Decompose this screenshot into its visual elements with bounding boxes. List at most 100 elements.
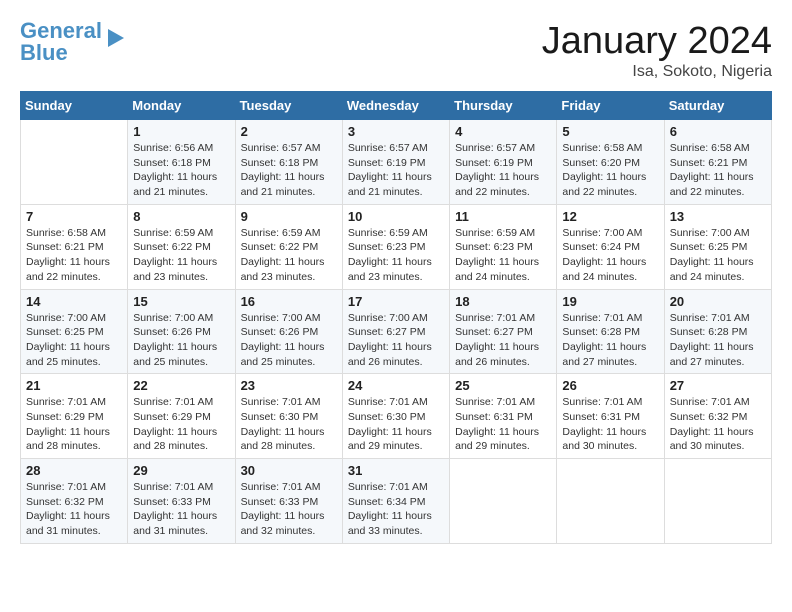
calendar-cell: 11Sunrise: 6:59 AMSunset: 6:23 PMDayligh…: [450, 204, 557, 289]
cell-details: Sunrise: 7:01 AMSunset: 6:33 PMDaylight:…: [133, 480, 229, 539]
calendar-cell: 21 Sunrise: 7:01 AMSunset: 6:29 PMDayligh…: [21, 374, 128, 459]
day-number: 3: [348, 124, 444, 139]
page-title: January 2024: [542, 20, 772, 63]
day-number: 22: [133, 378, 229, 393]
cell-details: Sunrise: 7:00 AMSunset: 6:27 PMDaylight:…: [348, 311, 444, 370]
cell-details: Sunrise: 6:57 AMSunset: 6:19 PMDaylight:…: [348, 141, 444, 200]
day-number: 13: [670, 209, 766, 224]
day-number: 14: [26, 294, 122, 309]
calendar-cell: 17 Sunrise: 7:00 AMSunset: 6:27 PMDayligh…: [342, 289, 449, 374]
day-number: 31: [348, 463, 444, 478]
calendar-cell: 18Sunrise: 7:01 AMSunset: 6:27 PMDayligh…: [450, 289, 557, 374]
calendar-cell: 25Sunrise: 7:01 AMSunset: 6:31 PMDayligh…: [450, 374, 557, 459]
calendar-cell: 4Sunrise: 6:57 AMSunset: 6:19 PMDaylight…: [450, 120, 557, 205]
cell-details: Sunrise: 6:59 AMSunset: 6:23 PMDaylight:…: [455, 226, 551, 285]
day-number: 25: [455, 378, 551, 393]
calendar-cell: [557, 459, 664, 544]
header-wednesday: Wednesday: [342, 92, 449, 120]
calendar-week-3: 14 Sunrise: 7:00 AMSunset: 6:25 PMDayligh…: [21, 289, 772, 374]
cell-details: Sunrise: 7:01 AMSunset: 6:28 PMDaylight:…: [562, 311, 658, 370]
cell-details: Sunrise: 7:01 AMSunset: 6:31 PMDaylight:…: [562, 395, 658, 454]
calendar-cell: [450, 459, 557, 544]
day-number: 19: [562, 294, 658, 309]
header-monday: Monday: [128, 92, 235, 120]
day-number: 9: [241, 209, 337, 224]
calendar-cell: 3 Sunrise: 6:57 AMSunset: 6:19 PMDaylight…: [342, 120, 449, 205]
cell-details: Sunrise: 7:01 AMSunset: 6:32 PMDaylight:…: [670, 395, 766, 454]
header-friday: Friday: [557, 92, 664, 120]
cell-details: Sunrise: 7:01 AMSunset: 6:29 PMDaylight:…: [133, 395, 229, 454]
calendar-cell: 8Sunrise: 6:59 AMSunset: 6:22 PMDaylight…: [128, 204, 235, 289]
calendar-cell: 13 Sunrise: 7:00 AMSunset: 6:25 PMDayligh…: [664, 204, 771, 289]
cell-details: Sunrise: 6:58 AMSunset: 6:21 PMDaylight:…: [26, 226, 122, 285]
calendar-cell: [21, 120, 128, 205]
calendar-week-5: 28Sunrise: 7:01 AMSunset: 6:32 PMDayligh…: [21, 459, 772, 544]
calendar-cell: 15 Sunrise: 7:00 AMSunset: 6:26 PMDayligh…: [128, 289, 235, 374]
cell-details: Sunrise: 6:59 AMSunset: 6:22 PMDaylight:…: [241, 226, 337, 285]
day-number: 12: [562, 209, 658, 224]
page-subtitle: Isa, Sokoto, Nigeria: [542, 63, 772, 81]
day-number: 16: [241, 294, 337, 309]
day-number: 24: [348, 378, 444, 393]
calendar-cell: 22 Sunrise: 7:01 AMSunset: 6:29 PMDayligh…: [128, 374, 235, 459]
header-saturday: Saturday: [664, 92, 771, 120]
day-number: 26: [562, 378, 658, 393]
cell-details: Sunrise: 7:01 AMSunset: 6:27 PMDaylight:…: [455, 311, 551, 370]
title-block: January 2024 Isa, Sokoto, Nigeria: [542, 20, 772, 81]
calendar-cell: 14 Sunrise: 7:00 AMSunset: 6:25 PMDayligh…: [21, 289, 128, 374]
header-thursday: Thursday: [450, 92, 557, 120]
cell-details: Sunrise: 7:01 AMSunset: 6:29 PMDaylight:…: [26, 395, 122, 454]
calendar-cell: 28Sunrise: 7:01 AMSunset: 6:32 PMDayligh…: [21, 459, 128, 544]
calendar-cell: 1 Sunrise: 6:56 AMSunset: 6:18 PMDaylight…: [128, 120, 235, 205]
cell-details: Sunrise: 7:00 AMSunset: 6:24 PMDaylight:…: [562, 226, 658, 285]
cell-details: Sunrise: 7:00 AMSunset: 6:26 PMDaylight:…: [241, 311, 337, 370]
day-number: 8: [133, 209, 229, 224]
day-number: 4: [455, 124, 551, 139]
cell-details: Sunrise: 7:01 AMSunset: 6:34 PMDaylight:…: [348, 480, 444, 539]
calendar-cell: 2 Sunrise: 6:57 AMSunset: 6:18 PMDaylight…: [235, 120, 342, 205]
calendar-cell: 20 Sunrise: 7:01 AMSunset: 6:28 PMDayligh…: [664, 289, 771, 374]
day-number: 29: [133, 463, 229, 478]
cell-details: Sunrise: 6:58 AMSunset: 6:21 PMDaylight:…: [670, 141, 766, 200]
cell-details: Sunrise: 7:01 AMSunset: 6:28 PMDaylight:…: [670, 311, 766, 370]
calendar-cell: [664, 459, 771, 544]
day-number: 15: [133, 294, 229, 309]
header-sunday: Sunday: [21, 92, 128, 120]
cell-details: Sunrise: 6:56 AMSunset: 6:18 PMDaylight:…: [133, 141, 229, 200]
page-header: GeneralBlue January 2024 Isa, Sokoto, Ni…: [20, 20, 772, 81]
cell-details: Sunrise: 7:00 AMSunset: 6:25 PMDaylight:…: [26, 311, 122, 370]
cell-details: Sunrise: 7:01 AMSunset: 6:33 PMDaylight:…: [241, 480, 337, 539]
calendar-cell: 10 Sunrise: 6:59 AMSunset: 6:23 PMDayligh…: [342, 204, 449, 289]
calendar-cell: 16 Sunrise: 7:00 AMSunset: 6:26 PMDayligh…: [235, 289, 342, 374]
header-tuesday: Tuesday: [235, 92, 342, 120]
cell-details: Sunrise: 6:59 AMSunset: 6:23 PMDaylight:…: [348, 226, 444, 285]
logo-text: GeneralBlue: [20, 20, 102, 64]
cell-details: Sunrise: 7:00 AMSunset: 6:25 PMDaylight:…: [670, 226, 766, 285]
day-number: 21: [26, 378, 122, 393]
logo-arrow-icon: [104, 27, 126, 49]
cell-details: Sunrise: 7:01 AMSunset: 6:30 PMDaylight:…: [348, 395, 444, 454]
day-number: 23: [241, 378, 337, 393]
calendar-table: SundayMondayTuesdayWednesdayThursdayFrid…: [20, 91, 772, 544]
day-number: 7: [26, 209, 122, 224]
calendar-cell: 7 Sunrise: 6:58 AMSunset: 6:21 PMDaylight…: [21, 204, 128, 289]
cell-details: Sunrise: 7:00 AMSunset: 6:26 PMDaylight:…: [133, 311, 229, 370]
cell-details: Sunrise: 6:58 AMSunset: 6:20 PMDaylight:…: [562, 141, 658, 200]
calendar-cell: 23 Sunrise: 7:01 AMSunset: 6:30 PMDayligh…: [235, 374, 342, 459]
calendar-cell: 30Sunrise: 7:01 AMSunset: 6:33 PMDayligh…: [235, 459, 342, 544]
day-number: 10: [348, 209, 444, 224]
day-number: 1: [133, 124, 229, 139]
cell-details: Sunrise: 6:57 AMSunset: 6:18 PMDaylight:…: [241, 141, 337, 200]
day-number: 17: [348, 294, 444, 309]
cell-details: Sunrise: 7:01 AMSunset: 6:32 PMDaylight:…: [26, 480, 122, 539]
day-number: 27: [670, 378, 766, 393]
cell-details: Sunrise: 7:01 AMSunset: 6:30 PMDaylight:…: [241, 395, 337, 454]
day-number: 20: [670, 294, 766, 309]
day-number: 5: [562, 124, 658, 139]
calendar-week-2: 7 Sunrise: 6:58 AMSunset: 6:21 PMDaylight…: [21, 204, 772, 289]
calendar-cell: 5 Sunrise: 6:58 AMSunset: 6:20 PMDaylight…: [557, 120, 664, 205]
day-number: 2: [241, 124, 337, 139]
calendar-cell: 6Sunrise: 6:58 AMSunset: 6:21 PMDaylight…: [664, 120, 771, 205]
calendar-week-4: 21 Sunrise: 7:01 AMSunset: 6:29 PMDayligh…: [21, 374, 772, 459]
calendar-cell: 24 Sunrise: 7:01 AMSunset: 6:30 PMDayligh…: [342, 374, 449, 459]
